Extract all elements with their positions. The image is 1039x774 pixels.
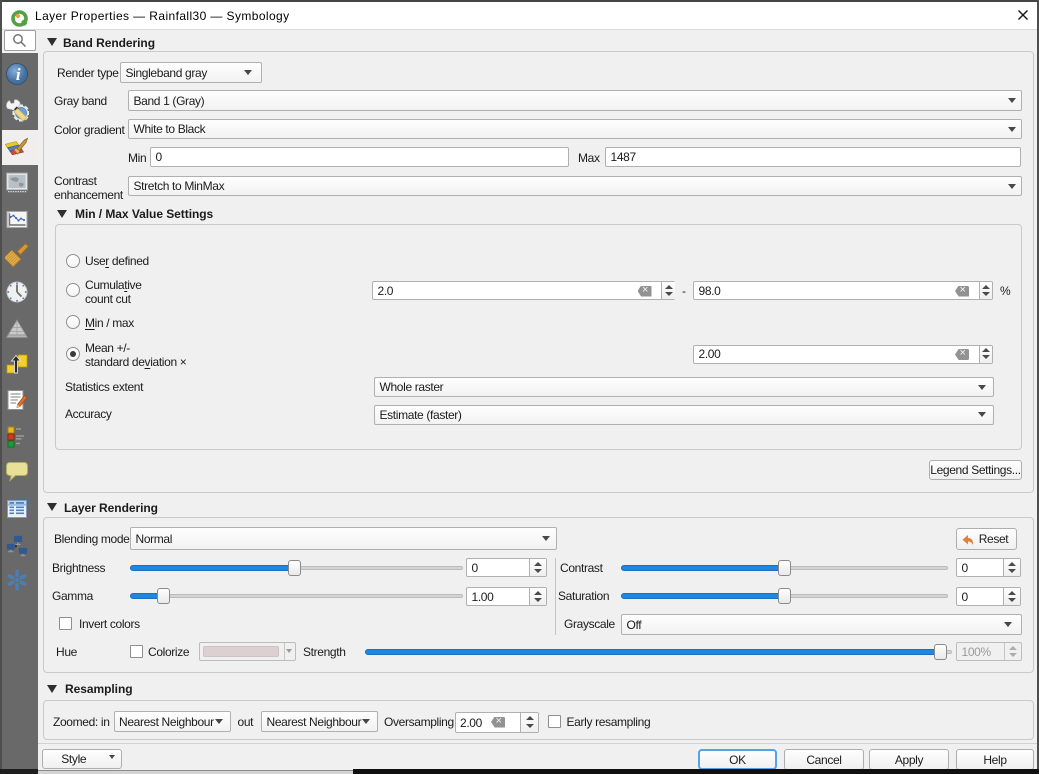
svg-text:i: i — [16, 65, 21, 84]
